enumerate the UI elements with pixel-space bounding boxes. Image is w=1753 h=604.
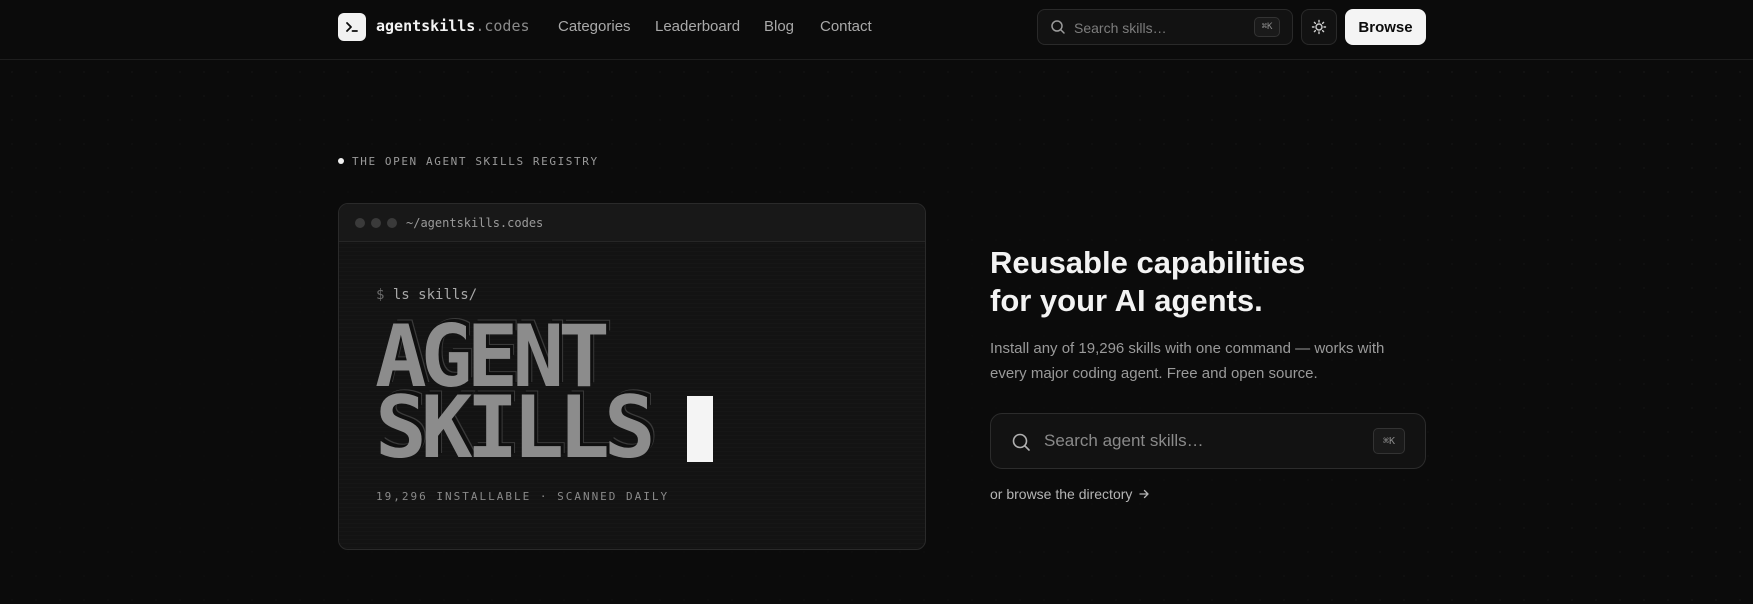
terminal-prompt-icon xyxy=(346,22,358,32)
hero-subtext: Install any of 19,296 skills with one co… xyxy=(990,340,1385,382)
window-dot-close xyxy=(355,218,365,228)
hero-search-input[interactable]: Search agent skills… ⌘K xyxy=(990,413,1426,469)
header-search-input[interactable]: Search skills… ⌘K xyxy=(1037,9,1293,45)
nav-link-leaderboard[interactable]: Leaderboard xyxy=(655,18,740,35)
brand-logo[interactable]: agentskills.codes xyxy=(376,17,530,35)
terminal-cursor xyxy=(687,396,713,462)
window-dot-minimize xyxy=(371,218,381,228)
terminal-window: ~/agentskills.codes $ ls skills/ AGENT S… xyxy=(338,203,926,550)
hero-headline: Reusable capabilities for your AI agents… xyxy=(990,244,1305,320)
search-shortcut-badge: ⌘K xyxy=(1254,17,1280,37)
browse-directory-label: or browse the directory xyxy=(990,486,1133,502)
prompt-command: ls skills/ xyxy=(392,287,478,303)
eyebrow-dot xyxy=(338,158,344,164)
browse-directory-link[interactable]: or browse the directory xyxy=(990,486,1150,502)
top-navigation: agentskills.codes Categories Leaderboard… xyxy=(0,0,1753,60)
browse-button[interactable]: Browse xyxy=(1345,9,1426,45)
headline-line-2: for your AI agents. xyxy=(990,283,1263,318)
theme-toggle-button[interactable] xyxy=(1301,9,1337,45)
brand-tld: .codes xyxy=(475,17,530,35)
nav-link-categories[interactable]: Categories xyxy=(558,18,631,35)
search-icon xyxy=(1012,433,1030,451)
hero-eyebrow: THE OPEN AGENT SKILLS REGISTRY xyxy=(352,155,599,168)
nav-link-contact[interactable]: Contact xyxy=(820,18,872,35)
hero-search-placeholder: Search agent skills… xyxy=(1044,431,1204,450)
terminal-path: ~/agentskills.codes xyxy=(406,216,544,230)
hero-title-line-2: SKILLS xyxy=(375,378,656,478)
logo-icon[interactable] xyxy=(338,13,366,41)
nav-link-blog[interactable]: Blog xyxy=(764,18,794,35)
brand-name: agentskills xyxy=(376,17,476,35)
sun-icon xyxy=(1311,19,1327,35)
terminal-titlebar: ~/agentskills.codes xyxy=(339,204,925,242)
terminal-stats: 19,296 INSTALLABLE · SCANNED DAILY xyxy=(376,490,670,503)
terminal-prompt: $ ls skills/ xyxy=(376,287,477,303)
arrow-right-icon xyxy=(1139,489,1149,499)
header-search-placeholder: Search skills… xyxy=(1074,20,1167,36)
prompt-symbol: $ xyxy=(376,287,385,303)
search-icon xyxy=(1051,20,1065,34)
headline-line-1: Reusable capabilities xyxy=(990,245,1306,280)
window-dot-maximize xyxy=(387,218,397,228)
search-shortcut-badge: ⌘K xyxy=(1373,428,1405,454)
